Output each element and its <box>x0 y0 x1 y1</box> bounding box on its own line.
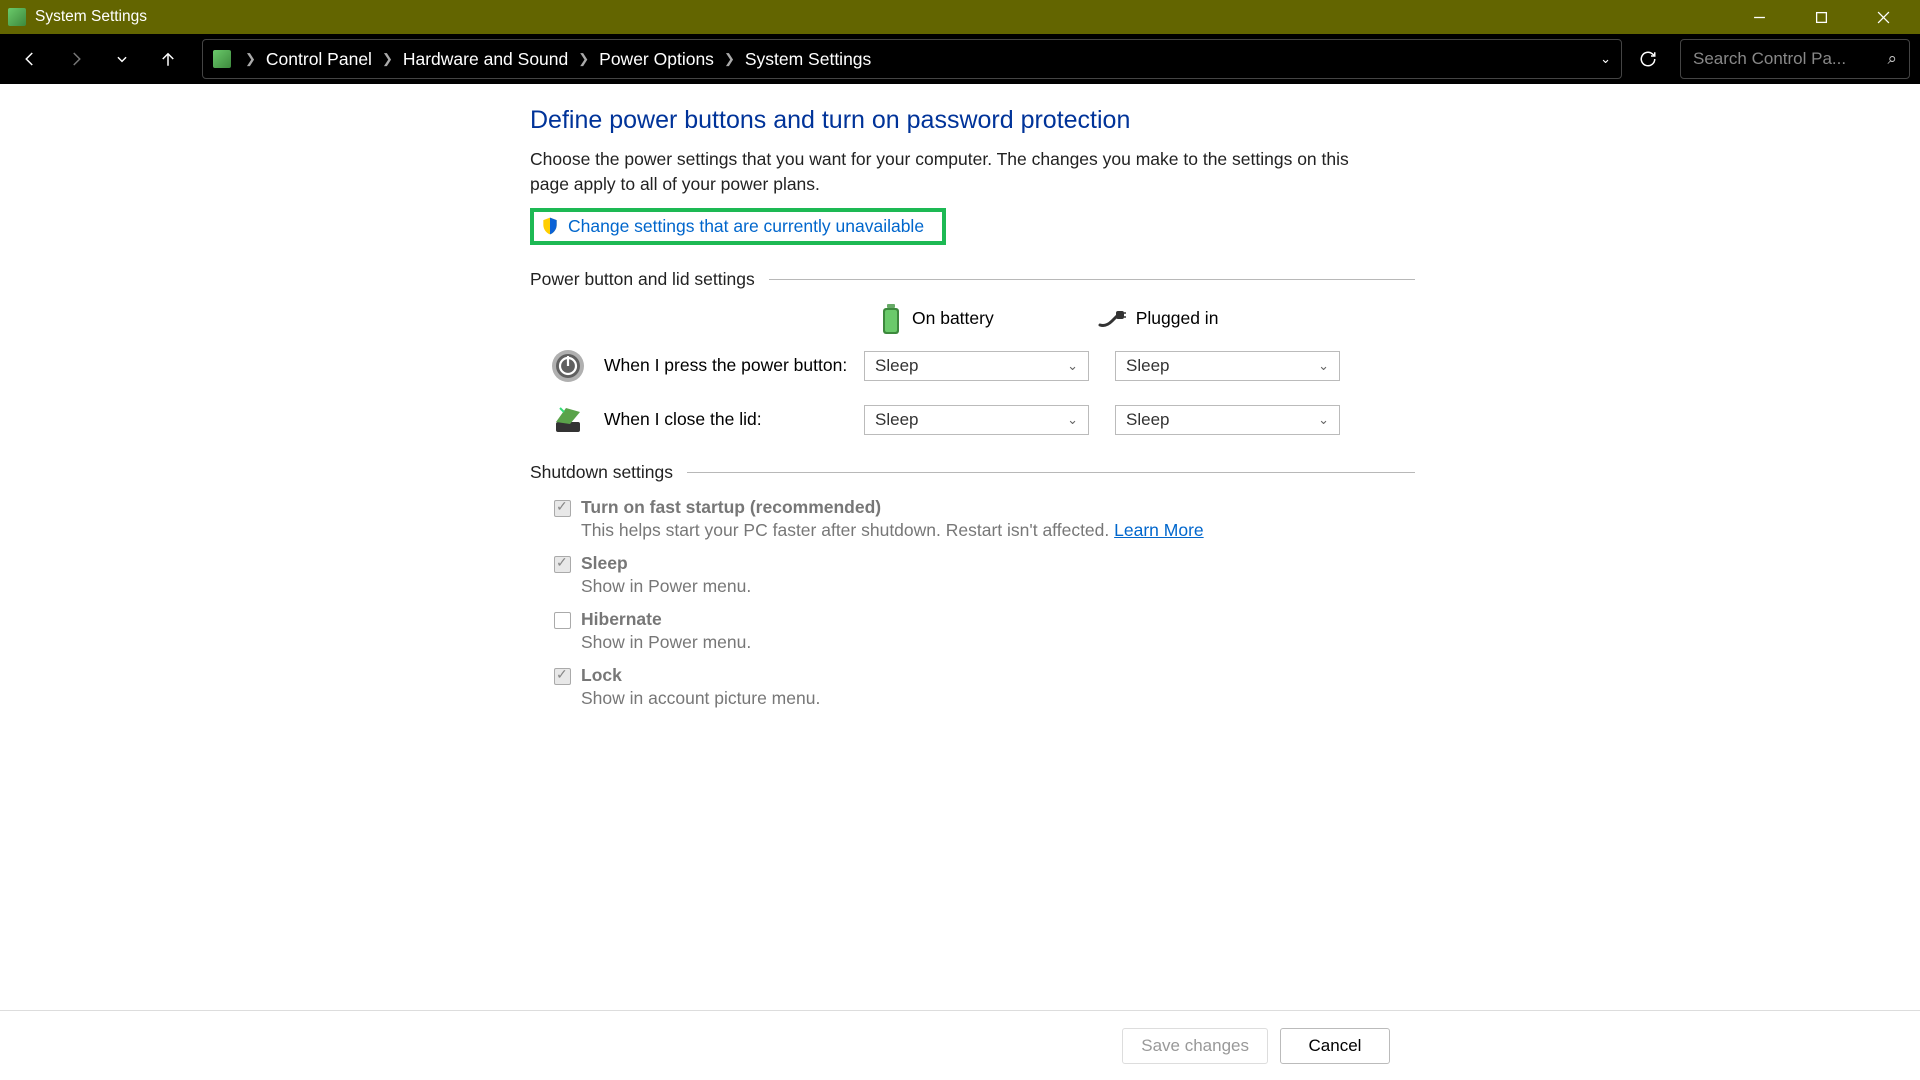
lock-checkbox[interactable] <box>554 668 571 685</box>
chevron-right-icon[interactable]: ❯ <box>578 51 589 67</box>
breadcrumb-item[interactable]: System Settings <box>745 49 871 70</box>
search-icon[interactable]: ⌕ <box>1887 49 1897 69</box>
breadcrumb-item[interactable]: Hardware and Sound <box>403 49 568 70</box>
chevron-down-icon: ⌄ <box>1318 412 1329 428</box>
power-button-plugged-select[interactable]: Sleep ⌄ <box>1115 351 1340 381</box>
battery-icon <box>880 304 902 334</box>
forward-button[interactable] <box>56 39 96 79</box>
highlighted-admin-link-region: Change settings that are currently unava… <box>530 208 946 245</box>
select-value: Sleep <box>1126 410 1169 430</box>
chevron-down-icon: ⌄ <box>1318 358 1329 374</box>
shield-icon <box>540 216 560 236</box>
plug-icon <box>1098 309 1126 329</box>
option-title: Sleep <box>581 553 751 574</box>
footer: Save changes Cancel <box>0 1010 1920 1080</box>
row-label: When I close the lid: <box>604 409 864 430</box>
addressbar-dropdown-icon[interactable]: ⌄ <box>1600 51 1611 67</box>
breadcrumb-item[interactable]: Control Panel <box>266 49 372 70</box>
lid-plugged-select[interactable]: Sleep ⌄ <box>1115 405 1340 435</box>
column-label: Plugged in <box>1136 308 1219 329</box>
option-title: Hibernate <box>581 609 751 630</box>
option-desc: Show in account picture menu. <box>581 688 820 709</box>
power-button-battery-select[interactable]: Sleep ⌄ <box>864 351 1089 381</box>
cancel-button[interactable]: Cancel <box>1280 1028 1390 1064</box>
divider <box>769 279 1415 280</box>
addressbar-icon <box>213 50 231 68</box>
window-title: System Settings <box>35 8 1728 26</box>
shutdown-item-fast-startup: Turn on fast startup (recommended) This … <box>554 497 1415 541</box>
lid-row: When I close the lid: Sleep ⌄ Sleep ⌄ <box>550 402 1415 438</box>
chevron-right-icon[interactable]: ❯ <box>724 51 735 67</box>
divider <box>687 472 1415 473</box>
address-bar[interactable]: ❯ Control Panel ❯ Hardware and Sound ❯ P… <box>202 39 1622 79</box>
learn-more-link[interactable]: Learn More <box>1114 520 1204 540</box>
option-title: Turn on fast startup (recommended) <box>581 497 1204 518</box>
navbar: ❯ Control Panel ❯ Hardware and Sound ❯ P… <box>0 34 1920 84</box>
page-description: Choose the power settings that you want … <box>530 147 1385 198</box>
row-label: When I press the power button: <box>604 355 864 376</box>
option-desc: Show in Power menu. <box>581 632 751 653</box>
power-button-row: When I press the power button: Sleep ⌄ Sl… <box>550 348 1415 384</box>
save-button[interactable]: Save changes <box>1122 1028 1268 1064</box>
chevron-down-icon: ⌄ <box>1067 412 1078 428</box>
select-value: Sleep <box>1126 356 1169 376</box>
section-header-power: Power button and lid settings <box>530 269 1415 290</box>
select-value: Sleep <box>875 410 918 430</box>
search-input[interactable] <box>1693 49 1863 69</box>
titlebar: System Settings <box>0 0 1920 34</box>
minimize-button[interactable] <box>1728 0 1790 34</box>
select-value: Sleep <box>875 356 918 376</box>
back-button[interactable] <box>10 39 50 79</box>
breadcrumb-item[interactable]: Power Options <box>599 49 714 70</box>
lid-battery-select[interactable]: Sleep ⌄ <box>864 405 1089 435</box>
fast-startup-checkbox[interactable] <box>554 500 571 517</box>
maximize-button[interactable] <box>1790 0 1852 34</box>
content-area: Define power buttons and turn on passwor… <box>0 84 1920 1010</box>
app-icon <box>8 8 26 26</box>
search-box[interactable]: ⌕ <box>1680 39 1910 79</box>
hibernate-checkbox[interactable] <box>554 612 571 629</box>
power-button-icon <box>550 348 586 384</box>
up-button[interactable] <box>148 39 188 79</box>
close-button[interactable] <box>1852 0 1914 34</box>
option-desc: Show in Power menu. <box>581 576 751 597</box>
shutdown-item-sleep: Sleep Show in Power menu. <box>554 553 1415 597</box>
refresh-button[interactable] <box>1628 39 1668 79</box>
section-header-shutdown: Shutdown settings <box>530 462 1415 483</box>
laptop-lid-icon <box>550 402 586 438</box>
column-header-plugged: Plugged in <box>1098 308 1219 329</box>
option-title: Lock <box>581 665 820 686</box>
option-desc-text: This helps start your PC faster after sh… <box>581 520 1109 540</box>
column-label: On battery <box>912 308 994 329</box>
shutdown-item-hibernate: Hibernate Show in Power menu. <box>554 609 1415 653</box>
option-desc: This helps start your PC faster after sh… <box>581 520 1204 541</box>
chevron-right-icon[interactable]: ❯ <box>382 51 393 67</box>
shutdown-item-lock: Lock Show in account picture menu. <box>554 665 1415 709</box>
sleep-checkbox[interactable] <box>554 556 571 573</box>
column-header-battery: On battery <box>880 304 994 334</box>
recent-dropdown-button[interactable] <box>102 39 142 79</box>
page-title: Define power buttons and turn on passwor… <box>530 106 1415 135</box>
chevron-down-icon: ⌄ <box>1067 358 1078 374</box>
section-title: Power button and lid settings <box>530 269 769 290</box>
section-title: Shutdown settings <box>530 462 687 483</box>
change-settings-link[interactable]: Change settings that are currently unava… <box>568 216 924 237</box>
chevron-right-icon[interactable]: ❯ <box>245 51 256 67</box>
